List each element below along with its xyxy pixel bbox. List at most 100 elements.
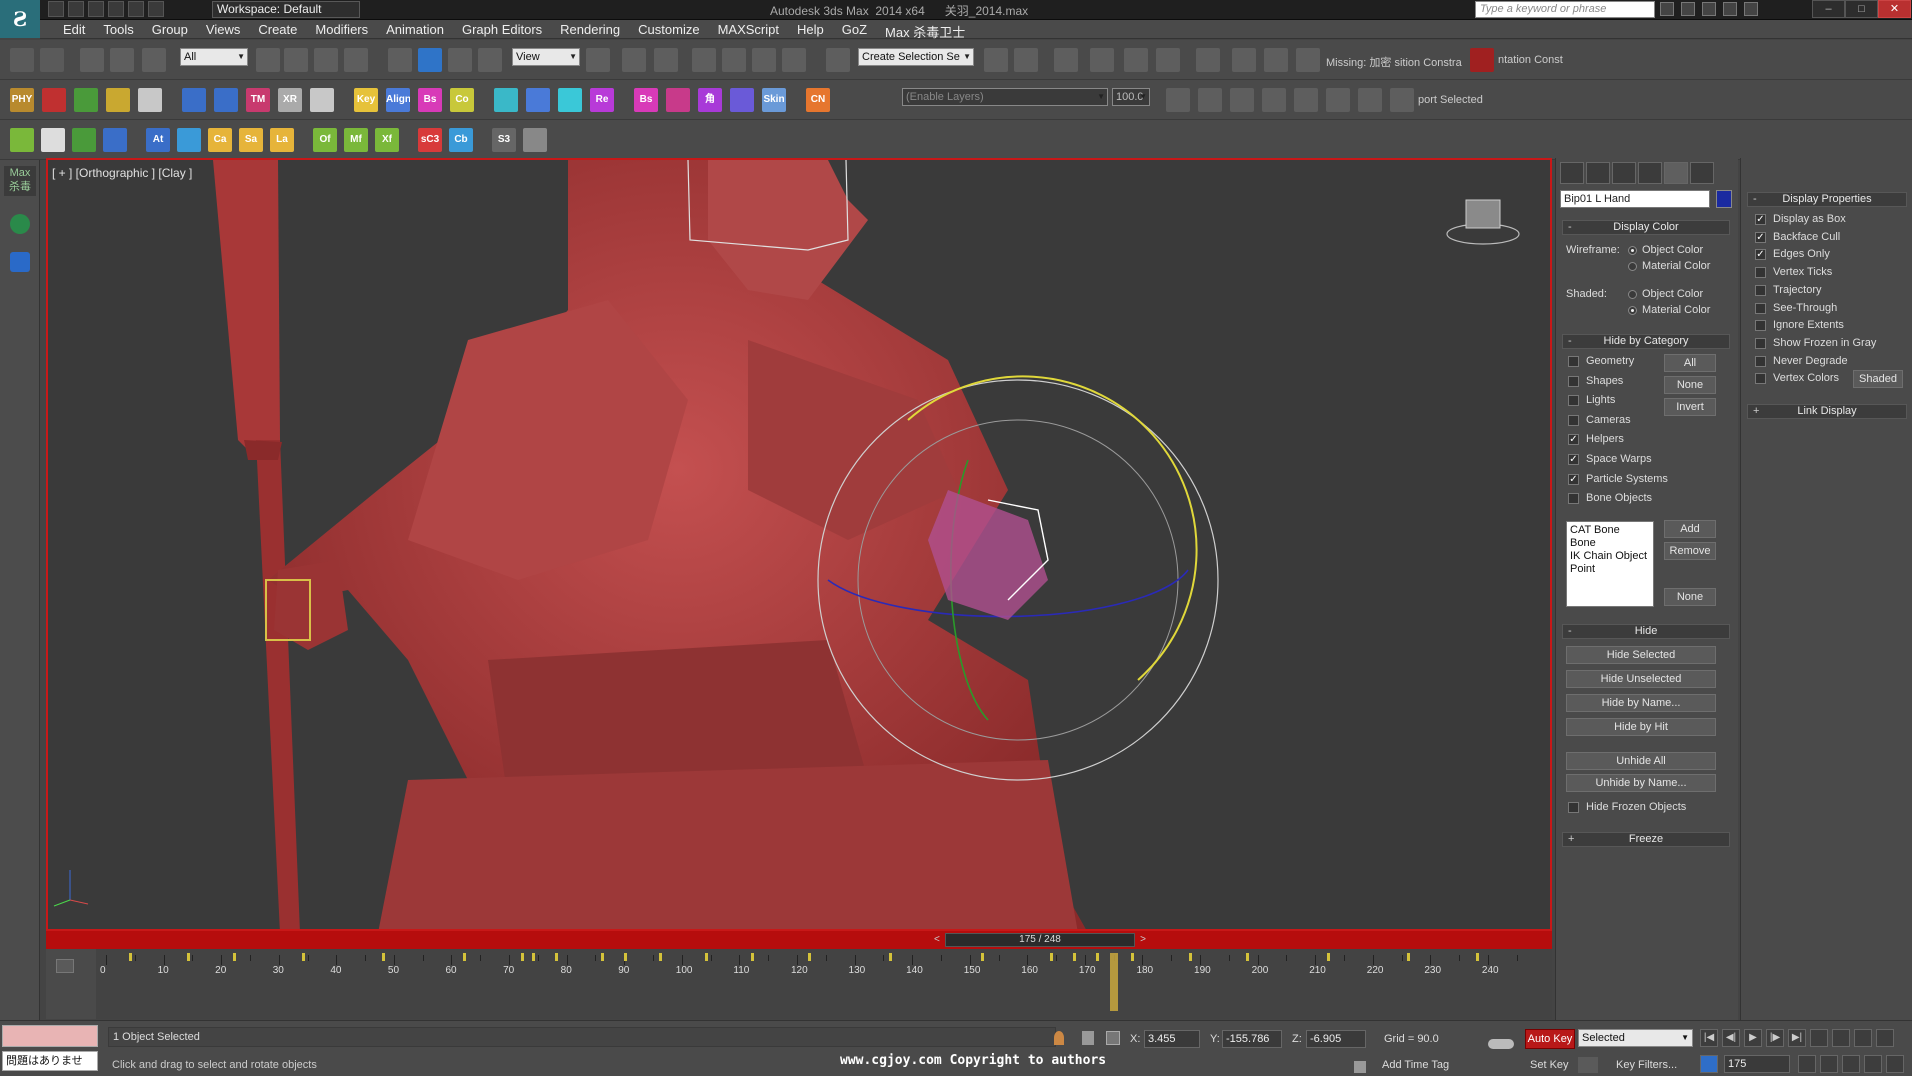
project-folder-icon[interactable] [148,1,164,17]
hide-frozen-checkbox[interactable] [1568,802,1579,813]
unhide-by-name-button[interactable]: Unhide by Name... [1566,774,1716,792]
animation-key[interactable] [704,953,708,961]
layer-tool-icon[interactable] [1294,88,1318,112]
prev-frame-arrow-icon[interactable]: < [934,934,940,946]
z-coordinate-field[interactable]: -6.905 [1306,1030,1366,1048]
category-checkbox[interactable]: ✓ [1568,473,1579,485]
animation-key[interactable] [186,953,190,961]
modify-tab-icon[interactable] [1586,162,1610,184]
orbit-icon[interactable] [1864,1055,1882,1073]
shield-icon[interactable] [10,252,30,272]
play-icon[interactable]: ▶ [1744,1029,1762,1047]
selection-lock-icon[interactable] [1082,1031,1094,1045]
display-property-checkbox[interactable] [1755,320,1766,332]
pivot-center-icon[interactable] [586,48,610,72]
animation-key[interactable] [889,953,893,961]
isolate-icon[interactable] [1054,1031,1064,1045]
plugin-tool-icon[interactable]: CN [806,88,830,112]
animation-key[interactable] [750,953,754,961]
frame-ruler[interactable]: 0 10 20 30 40 50 60 70 80 90 100 110 120 130 140 150 160… [96,949,1552,1019]
plugin-tool-icon[interactable] [730,88,754,112]
reference-coordinate-dropdown[interactable]: View [512,48,580,66]
rendered-frame-window-icon[interactable] [1264,48,1288,72]
animation-key[interactable] [532,953,536,961]
workspace-dropdown[interactable]: Workspace: Default [212,1,360,18]
plugin-tool-icon[interactable] [72,128,96,152]
animation-key[interactable] [1188,953,1192,961]
next-frame-arrow-icon[interactable]: > [1140,934,1146,946]
hierarchy-tab-icon[interactable] [1612,162,1636,184]
animation-key[interactable] [301,953,305,961]
category-checkbox[interactable]: ✓ [1568,434,1579,446]
undo-icon[interactable] [10,48,34,72]
plugin-tool-icon[interactable]: Align [386,88,410,112]
key-filters-button[interactable]: Key Filters... [1616,1059,1677,1071]
maxscript-listener-input[interactable] [2,1025,98,1047]
plugin-tool-icon[interactable]: sC3 [418,128,442,152]
render-production-icon[interactable] [1296,48,1320,72]
plugin-tool-icon[interactable] [177,128,201,152]
plugin-tool-icon[interactable]: S3 [492,128,516,152]
display-property-checkbox[interactable] [1755,284,1766,296]
animation-key[interactable] [658,953,662,961]
select-place-icon[interactable] [478,48,502,72]
add-time-tag-label[interactable]: Add Time Tag [1382,1059,1449,1071]
material-editor-icon[interactable] [1196,48,1220,72]
category-checkbox[interactable] [1568,356,1579,367]
menu-group[interactable]: Group [143,20,197,38]
menu-rendering[interactable]: Rendering [551,20,629,38]
category-add-button[interactable]: Add [1664,520,1716,538]
keyboard-shortcut-icon[interactable] [654,48,678,72]
app-logo-icon[interactable]: Ƨ [0,0,40,38]
animation-key[interactable] [1476,953,1480,961]
menu-goz[interactable]: GoZ [833,20,876,38]
wireframe-material-color-radio[interactable] [1628,262,1637,271]
category-listbox[interactable]: CAT Bone Bone IK Chain Object Point [1566,521,1654,607]
mirror-icon[interactable] [984,48,1008,72]
redo-icon[interactable] [128,1,144,17]
animation-key[interactable] [1096,953,1100,961]
viewcube-icon[interactable] [1465,199,1501,229]
motion-tab-icon[interactable] [1638,162,1662,184]
animation-key[interactable] [1326,953,1330,961]
list-item[interactable]: Point [1570,563,1650,576]
bind-space-warp-icon[interactable] [142,48,166,72]
plugin-tool-icon[interactable] [558,88,582,112]
edit-named-selection-icon[interactable] [826,48,850,72]
field-of-view-icon[interactable] [1820,1055,1838,1073]
binoculars-icon[interactable] [1660,2,1674,16]
select-object-icon[interactable] [256,48,280,72]
plugin-tool-icon[interactable] [74,88,98,112]
animation-key[interactable] [232,953,236,961]
layer-manager-icon[interactable] [1054,48,1078,72]
plugin-tool-icon[interactable] [103,128,127,152]
key-mode-toggle-icon[interactable] [1700,1055,1718,1073]
value-field[interactable]: 100.0 [1112,88,1150,106]
plugin-tool-icon[interactable]: Key [354,88,378,112]
plugin-tool-icon[interactable]: PHY [10,88,34,112]
snaps-toggle-icon[interactable] [692,48,716,72]
category-remove-button[interactable]: Remove [1664,542,1716,560]
link-icon[interactable] [80,48,104,72]
menu-customize[interactable]: Customize [629,20,708,38]
layer-tool-icon[interactable] [1198,88,1222,112]
layer-dropdown[interactable]: (Enable Layers) [902,88,1108,106]
menu-max-antivirus[interactable]: Max 杀毒卫士 [876,20,974,40]
plugin-tool-icon[interactable]: Sa [239,128,263,152]
schematic-view-icon[interactable] [1156,48,1180,72]
category-none-button-2[interactable]: None [1664,588,1716,606]
time-configuration-icon[interactable] [1798,1055,1816,1073]
shaded-object-color-radio[interactable] [1628,290,1637,299]
viewport-label[interactable]: [ + ] [Orthographic ] [Clay ] [52,166,192,180]
animation-key[interactable] [1246,953,1250,961]
next-key-icon[interactable]: |▶ [1766,1029,1784,1047]
list-item[interactable]: Bone [1570,537,1650,550]
graphite-ribbon-icon[interactable] [1090,48,1114,72]
go-to-start-icon[interactable]: |◀ [1700,1029,1718,1047]
list-item[interactable]: IK Chain Object [1570,550,1650,563]
animation-key[interactable] [463,953,466,961]
plugin-tool-icon[interactable] [494,88,518,112]
list-item[interactable]: CAT Bone [1570,524,1650,537]
layer-tool-icon[interactable] [1262,88,1286,112]
animation-key[interactable] [624,953,628,961]
